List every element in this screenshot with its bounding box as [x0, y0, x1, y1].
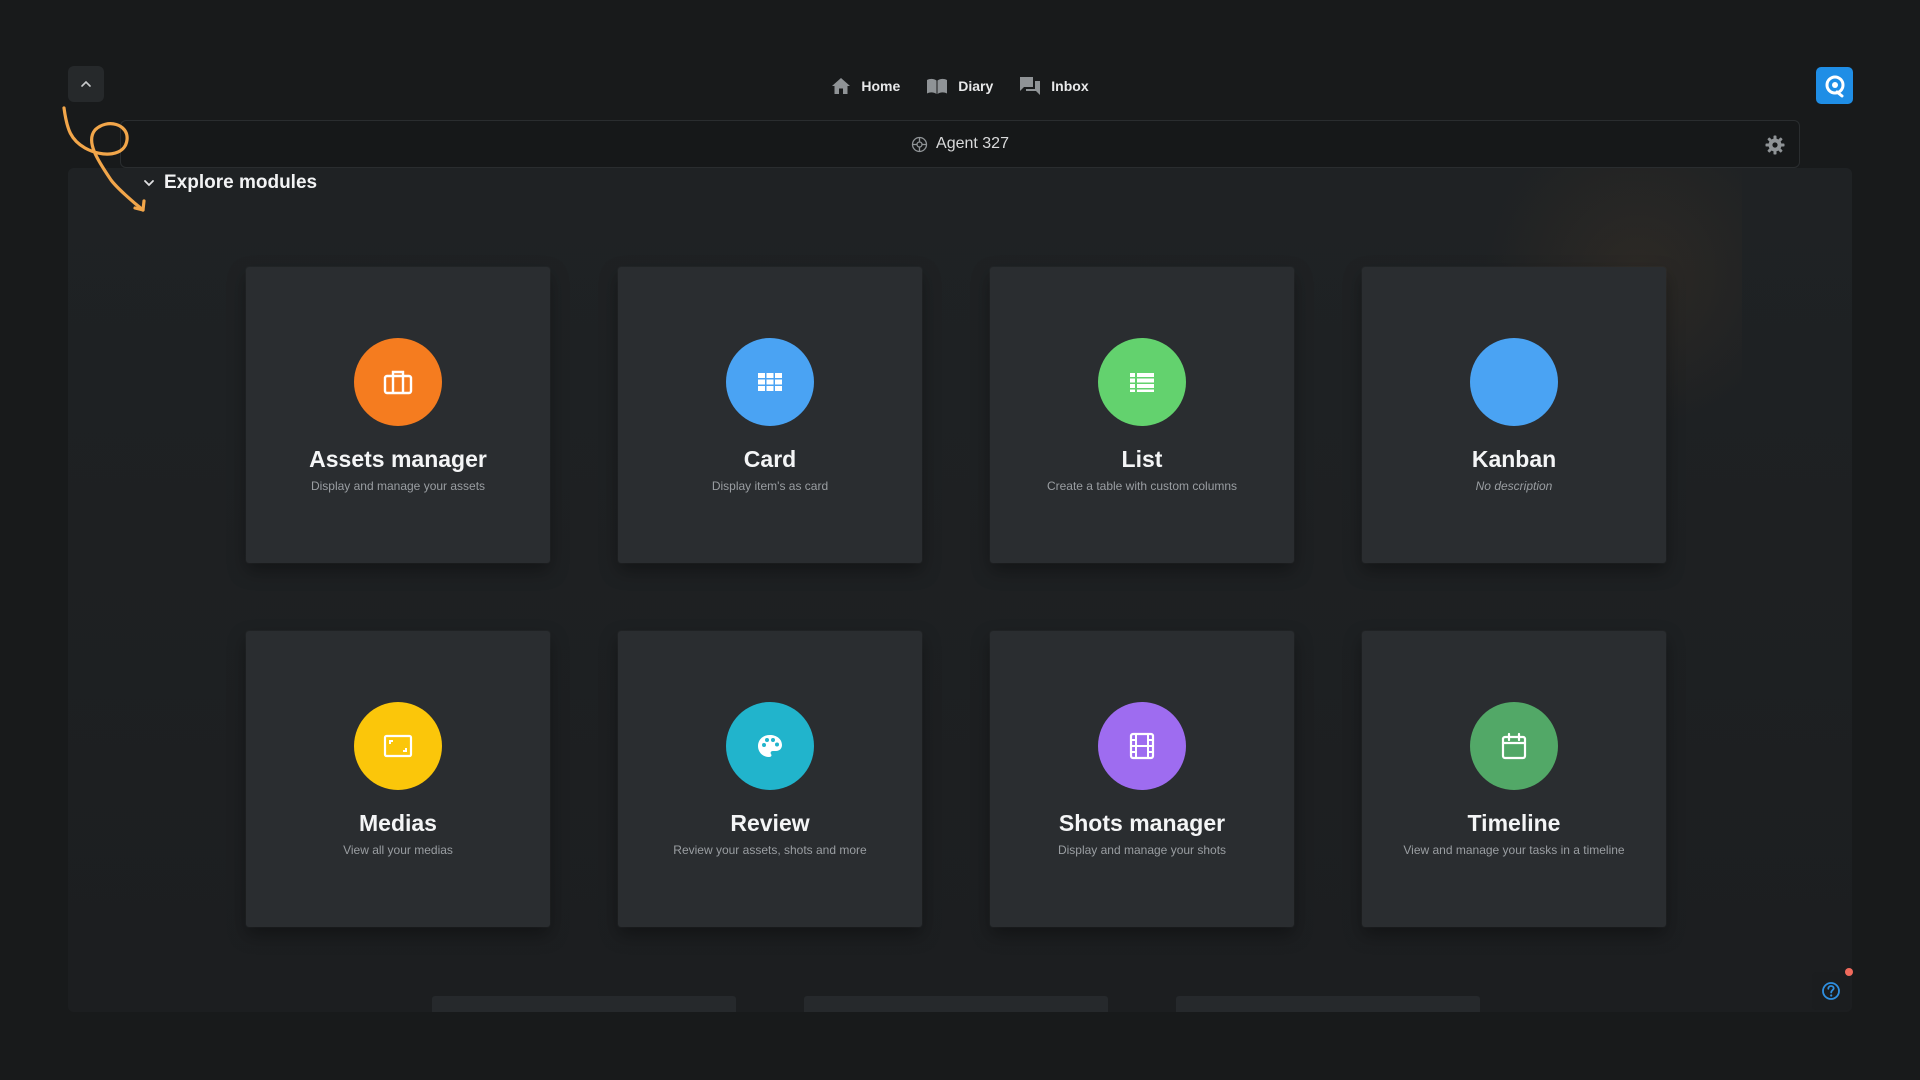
module-description: Display and manage your shots	[1057, 843, 1227, 857]
module-title: Shots manager	[1058, 810, 1226, 836]
module-description: No description	[1475, 479, 1553, 493]
project-name: Agent 327	[936, 135, 1009, 152]
modules-grid: Assets manager Display and manage your a…	[234, 257, 1678, 943]
module-description: Create a table with custom columns	[1046, 479, 1238, 493]
project-settings-button[interactable]	[1763, 133, 1787, 157]
module-title: Card	[743, 446, 797, 472]
project-bar: Agent 327	[120, 120, 1800, 168]
module-icon-circle	[726, 338, 814, 426]
module-icon-circle	[354, 338, 442, 426]
home-icon	[832, 78, 851, 94]
list-icon	[1130, 373, 1154, 392]
module-icon-circle	[1098, 338, 1186, 426]
brand-app-button[interactable]	[1816, 67, 1853, 104]
collapse-toggle-button[interactable]	[68, 66, 104, 102]
module-description: View all your medias	[343, 843, 453, 857]
module-card-card[interactable]: Card Display item's as card	[606, 257, 934, 579]
explore-modules-header[interactable]: Explore modules	[142, 172, 317, 194]
book-icon	[927, 78, 948, 94]
module-card-partial[interactable]	[804, 996, 1108, 1012]
image-frame-icon	[383, 734, 413, 758]
nav-diary[interactable]: Diary	[926, 77, 993, 95]
film-icon	[1129, 732, 1155, 760]
module-card-medias[interactable]: Medias View all your medias	[234, 621, 562, 943]
app-logo-icon	[1825, 75, 1844, 97]
help-circle-icon	[1822, 982, 1840, 1000]
module-card-shots-manager[interactable]: Shots manager Display and manage your sh…	[978, 621, 1306, 943]
nav-diary-label: Diary	[958, 78, 994, 94]
calendar-icon	[1501, 732, 1527, 760]
annotation-arrow-scribble	[62, 106, 146, 212]
module-description: Display and manage your assets	[310, 479, 486, 493]
module-title: List	[1121, 446, 1163, 472]
module-description: Display item's as card	[711, 479, 829, 493]
nav-home-label: Home	[861, 78, 901, 94]
top-navigation: Home Diary Inbox	[0, 66, 1920, 106]
module-description: View and manage your tasks in a timeline	[1403, 843, 1625, 857]
module-title: Timeline	[1467, 810, 1561, 836]
module-card-partial[interactable]	[432, 996, 736, 1012]
module-icon-circle	[1098, 702, 1186, 790]
module-icon-circle	[726, 702, 814, 790]
nav-inbox-label: Inbox	[1051, 78, 1089, 94]
module-card-assets-manager[interactable]: Assets manager Display and manage your a…	[234, 257, 562, 579]
module-title: Medias	[359, 810, 437, 836]
module-card-kanban[interactable]: Kanban No description	[1350, 257, 1678, 579]
module-card-list[interactable]: List Create a table with custom columns	[978, 257, 1306, 579]
module-icon-circle	[354, 702, 442, 790]
nav-home[interactable]: Home	[831, 77, 900, 95]
gear-icon	[1765, 135, 1785, 155]
module-card-partial[interactable]	[1176, 996, 1480, 1012]
briefcase-icon	[383, 370, 413, 395]
module-title: Assets manager	[309, 446, 487, 472]
chat-icon	[1020, 77, 1041, 95]
palette-icon	[758, 735, 782, 757]
nav-inbox[interactable]: Inbox	[1019, 76, 1089, 96]
module-title: Kanban	[1471, 446, 1557, 472]
notification-dot	[1845, 968, 1853, 976]
help-button[interactable]	[1812, 972, 1850, 1010]
section-title: Explore modules	[164, 172, 318, 193]
module-description: Review your assets, shots and more	[673, 843, 867, 857]
grid-icon	[758, 373, 782, 391]
project-icon	[911, 136, 928, 152]
module-card-timeline[interactable]: Timeline View and manage your tasks in a…	[1350, 621, 1678, 943]
module-card-review[interactable]: Review Review your assets, shots and mor…	[606, 621, 934, 943]
module-icon-circle	[1470, 338, 1558, 426]
chevron-up-icon	[81, 80, 91, 87]
module-icon-circle	[1470, 702, 1558, 790]
module-title: Review	[730, 810, 810, 836]
